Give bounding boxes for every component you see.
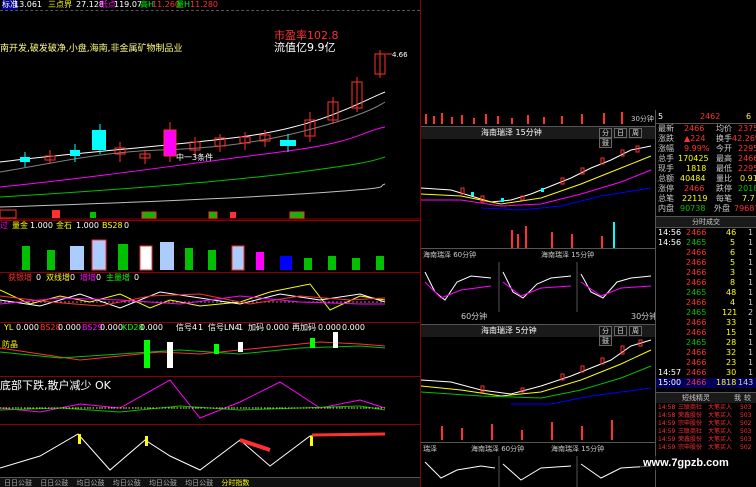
mini-volume-top: [425, 112, 623, 124]
quote-panel: 5 2462 6 最新2466均价2375 涨跌▲224换手42.26% 涨幅9…: [656, 110, 756, 487]
tab-fen[interactable]: 分: [599, 326, 612, 336]
bottom-tab-bar: 日日公鼓 日日公鼓 均日公鼓 均日公鼓 均日公鼓 均日公鼓 分时指数: [0, 477, 420, 487]
bottom-tab[interactable]: 均日公鼓: [76, 479, 104, 487]
indicator-1-chart[interactable]: [0, 282, 420, 322]
volume-bars-chart[interactable]: [0, 232, 420, 272]
quote-top-row: 5 2462 6: [658, 112, 752, 121]
indicator-4-chart[interactable]: [0, 426, 420, 474]
top-strip-item: 13.061: [14, 0, 42, 9]
top-strip-item: 11.280: [190, 0, 218, 9]
bottom-tab[interactable]: 日日公鼓: [4, 479, 32, 487]
mini-row2-left-title: 瑞泽: [423, 445, 437, 453]
indicator-3-chart[interactable]: [0, 378, 420, 424]
volume-strip: 过 量金 1.000 金石 1.000 BS28 0: [0, 220, 420, 231]
market-cap-label: 流值亿9.9亿: [274, 41, 336, 54]
tab-ri[interactable]: 日: [614, 128, 627, 138]
elves-tab[interactable]: 较: [744, 393, 751, 403]
mini-tab-30[interactable]: 30分钟: [631, 312, 655, 322]
indicator-2-chart[interactable]: [0, 332, 420, 376]
bottom-tab[interactable]: 分时指数: [221, 479, 249, 487]
tab-zhou[interactable]: 周: [629, 326, 642, 336]
left-chart-area: 标准 13.061 三点界 27.128 低点 119.07 高H 11.260…: [0, 0, 420, 487]
mini-row1-right-title: 海南瑞泽 15分钟: [541, 251, 595, 259]
chart-annotation: 中一3条件: [176, 153, 214, 162]
bottom-tab[interactable]: 日日公鼓: [40, 479, 68, 487]
mini-middle-title: 海南瑞泽 5分钟: [481, 326, 537, 335]
elves-header[interactable]: 短线精灵 我 较: [656, 392, 756, 403]
mini-row1-charts[interactable]: [421, 262, 655, 312]
bottom-tab[interactable]: 均日公鼓: [185, 479, 213, 487]
mini-top-chart[interactable]: [421, 138, 655, 248]
bottom-tab[interactable]: 均日公鼓: [149, 479, 177, 487]
tab-zhou[interactable]: 周: [629, 128, 642, 138]
watermark-text: www.7gpzb.com: [640, 456, 732, 470]
top-indicator-strip: 标准 13.061 三点界 27.128 低点 119.07 高H 11.260…: [0, 0, 420, 10]
top-strip-item: 三点界: [48, 0, 72, 9]
mini-row1-header: 海南瑞泽 60分钟 海南瑞泽 15分钟: [421, 250, 655, 260]
bottom-tab[interactable]: 均日公鼓: [113, 479, 141, 487]
top-right-blank: [421, 0, 756, 110]
mini-row2-charts[interactable]: [421, 456, 655, 487]
tab-fen[interactable]: 分: [599, 128, 612, 138]
trade-list-header[interactable]: 分时成交: [656, 216, 756, 228]
mini-row2-right-title: 海南瑞泽 15分钟: [551, 445, 605, 453]
mini-row1-left-title: 海南瑞泽 60分钟: [423, 251, 477, 259]
mini-top-title: 海南瑞泽 15分钟: [481, 128, 542, 137]
mini-tab-60[interactable]: 60分钟: [461, 312, 487, 322]
mini-row2-header: 瑞泽 海南瑞泽 60分钟 海南瑞泽 15分钟: [421, 444, 655, 454]
indicator-2-side-label: 防晶: [2, 340, 18, 349]
top-strip-item: 119.07: [114, 0, 142, 9]
mini-middle-chart[interactable]: [421, 336, 655, 440]
top-strip-item: 量H: [176, 0, 191, 9]
elves-tab[interactable]: 我: [734, 393, 741, 403]
tab-ri[interactable]: 日: [614, 326, 627, 336]
mini-row2-mid-title: 海南瑞泽 60分钟: [471, 445, 525, 453]
price-marker: 4.66: [392, 51, 408, 59]
stock-description: 南开发,破发破净,小盘,海南,非金属矿物制品业: [0, 44, 183, 54]
